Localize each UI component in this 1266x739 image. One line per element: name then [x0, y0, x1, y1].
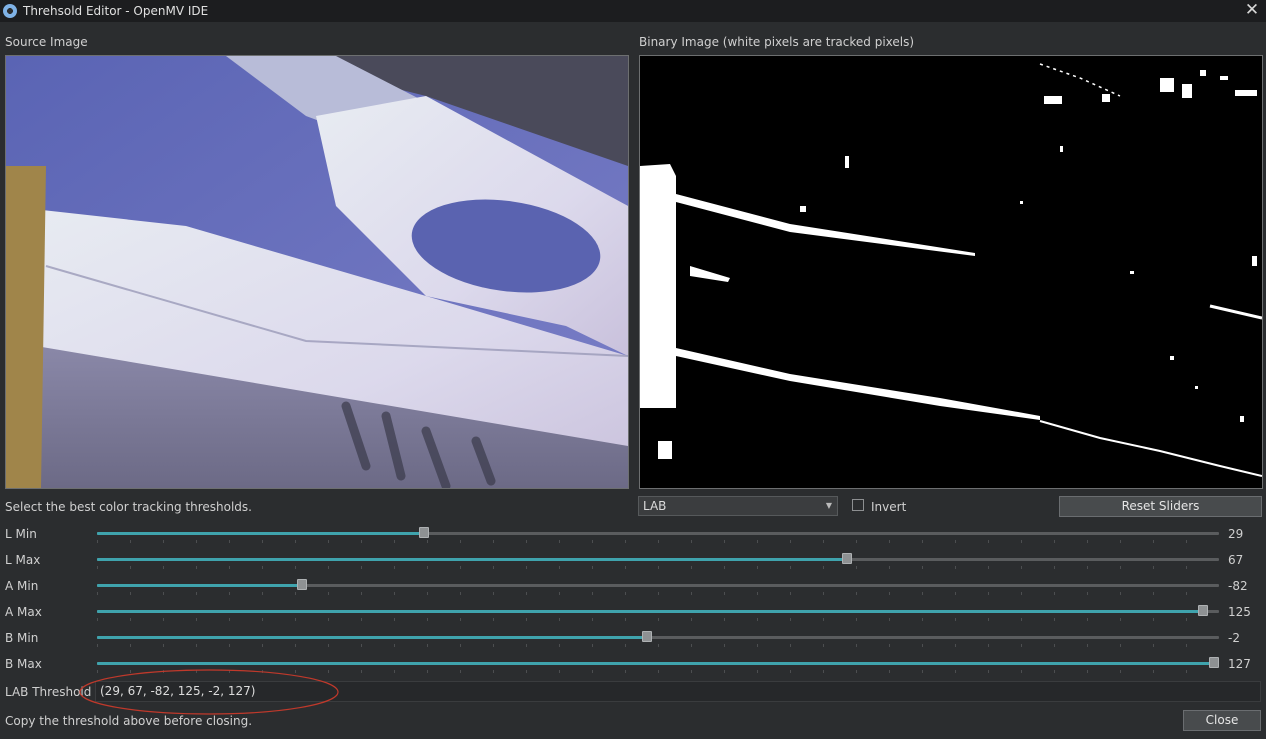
slider-row: B Max 127 — [0, 654, 1266, 676]
source-image-picture — [6, 56, 628, 488]
slider-value: -82 — [1228, 579, 1248, 593]
slider-value: 67 — [1228, 553, 1244, 567]
slider-value: -2 — [1228, 631, 1240, 645]
slider-track[interactable] — [97, 631, 1219, 642]
slider-label: A Min — [5, 579, 39, 593]
slider-row: B Min -2 — [0, 628, 1266, 650]
slider-ticks — [97, 540, 1219, 543]
title-bar: Threhsold Editor - OpenMV IDE ✕ — [0, 0, 1266, 22]
threshold-value: (29, 67, -82, 125, -2, 127) — [100, 684, 256, 698]
slider-value: 127 — [1228, 657, 1251, 671]
slider-handle[interactable] — [842, 553, 853, 564]
binary-image-picture — [640, 56, 1262, 488]
footer-text: Copy the threshold above before closing. — [5, 714, 253, 728]
slider-fill — [97, 636, 647, 639]
slider-track[interactable] — [97, 553, 1219, 564]
slider-row: L Max 67 — [0, 550, 1266, 572]
threshold-label: LAB Threshold — [5, 685, 92, 699]
threshold-output-field[interactable]: (29, 67, -82, 125, -2, 127) — [95, 681, 1261, 702]
invert-checkbox[interactable] — [852, 499, 864, 511]
slider-label: L Max — [5, 553, 41, 567]
slider-fill — [97, 532, 423, 535]
slider-fill — [97, 584, 299, 587]
slider-track[interactable] — [97, 579, 1219, 590]
slider-label: B Max — [5, 657, 42, 671]
reset-sliders-button[interactable]: Reset Sliders — [1059, 496, 1262, 517]
slider-handle[interactable] — [641, 631, 652, 642]
source-image — [5, 55, 629, 489]
openmv-app-icon — [3, 4, 17, 18]
invert-label: Invert — [871, 500, 907, 514]
slider-value: 29 — [1228, 527, 1244, 541]
slider-ticks — [97, 566, 1219, 569]
slider-row: A Min -82 — [0, 576, 1266, 598]
slider-label: L Min — [5, 527, 37, 541]
slider-track[interactable] — [97, 527, 1219, 538]
slider-fill — [97, 662, 1219, 665]
slider-ticks — [97, 670, 1219, 673]
color-space-value: LAB — [643, 499, 667, 513]
close-button[interactable]: Close — [1183, 710, 1261, 731]
slider-handle[interactable] — [419, 527, 430, 538]
slider-row: A Max 125 — [0, 602, 1266, 624]
slider-track[interactable] — [97, 657, 1219, 668]
slider-fill — [97, 558, 849, 561]
slider-handle[interactable] — [1197, 605, 1208, 616]
slider-ticks — [97, 644, 1219, 647]
slider-row: L Min 29 — [0, 524, 1266, 546]
slider-ticks — [97, 618, 1219, 621]
slider-handle[interactable] — [297, 579, 308, 590]
slider-label: A Max — [5, 605, 42, 619]
color-space-select[interactable]: LAB ▼ — [638, 496, 838, 516]
slider-track[interactable] — [97, 605, 1219, 616]
source-image-label: Source Image — [5, 35, 88, 49]
slider-handle[interactable] — [1209, 657, 1219, 668]
slider-ticks — [97, 592, 1219, 595]
slider-value: 125 — [1228, 605, 1251, 619]
slider-label: B Min — [5, 631, 39, 645]
slider-fill — [97, 610, 1208, 613]
window-title: Threhsold Editor - OpenMV IDE — [23, 4, 209, 18]
dropdown-arrow-icon: ▼ — [825, 501, 832, 510]
binary-image-label: Binary Image (white pixels are tracked p… — [639, 35, 915, 49]
close-window-icon[interactable]: ✕ — [1244, 1, 1260, 19]
binary-image — [639, 55, 1263, 489]
instructions-text: Select the best color tracking threshold… — [5, 500, 252, 514]
